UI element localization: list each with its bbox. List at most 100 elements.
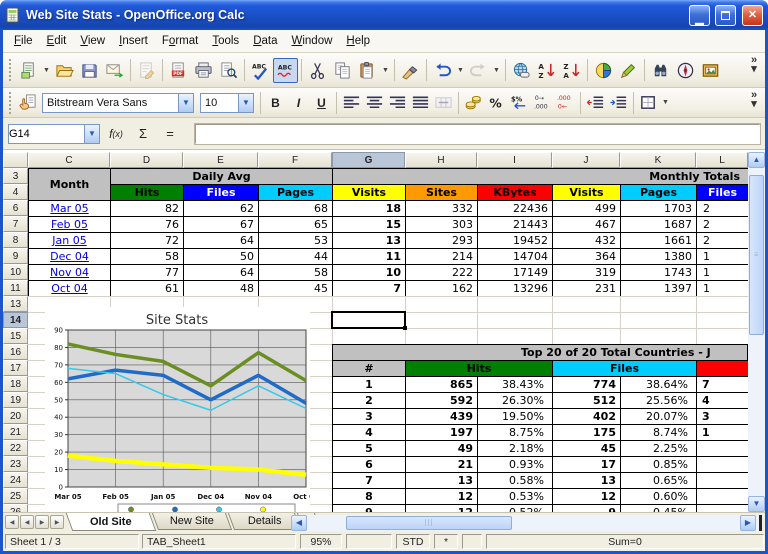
hits-group-header[interactable]: Hits (406, 361, 553, 377)
row-header-20[interactable]: 20 (3, 408, 28, 424)
table-cell[interactable]: 332 (406, 201, 478, 217)
table-cell[interactable]: 48 (184, 281, 259, 296)
month-link[interactable]: Feb 05 (29, 217, 111, 233)
chevron-down-icon[interactable]: ▼ (660, 90, 671, 115)
row-header-14[interactable]: 14 (3, 312, 28, 328)
vertical-scrollbar-thumb[interactable]: ≡ (749, 175, 764, 335)
table-cell[interactable]: 214 (406, 249, 478, 265)
stat-column-header[interactable]: Pages (259, 185, 333, 201)
table-cell[interactable]: 15 (333, 217, 406, 233)
increase-indent-icon[interactable] (607, 91, 630, 114)
rank-cell[interactable]: 2 (333, 393, 406, 409)
row-header-7[interactable]: 7 (3, 216, 28, 232)
hits-pct-cell[interactable]: 0.58% (478, 473, 553, 489)
daily-avg-header[interactable]: Daily Avg (111, 169, 333, 185)
scroll-left-icon[interactable]: ◀ (291, 515, 307, 531)
files-cell[interactable]: 175 (553, 425, 621, 441)
status-sum-field[interactable]: Sum=0 (486, 534, 764, 549)
selection-fill-handle[interactable] (403, 326, 407, 330)
stat-column-header[interactable]: Pages (621, 185, 697, 201)
table-cell-partial[interactable]: 1 (697, 265, 748, 281)
merge-cells-icon[interactable] (432, 91, 455, 114)
chevron-down-icon[interactable]: ▼ (491, 58, 502, 83)
files-cell[interactable]: 12 (553, 489, 621, 505)
insert-chart-icon[interactable] (591, 58, 616, 83)
menu-file[interactable]: File (7, 32, 40, 50)
files-pct-cell[interactable]: 0.45% (621, 505, 697, 512)
rank-header[interactable]: # (333, 361, 406, 377)
rank-cell[interactable]: 9 (333, 505, 406, 512)
table-cell[interactable]: 1397 (621, 281, 697, 296)
title-bar[interactable]: Web Site Stats - OpenOffice.org Calc ▁ ✕ (0, 0, 768, 30)
hits-pct-cell[interactable]: 0.53% (478, 489, 553, 505)
files-pct-cell[interactable]: 0.65% (621, 473, 697, 489)
minimize-button[interactable]: ▁ (689, 5, 710, 26)
table-cell[interactable]: 72 (111, 233, 184, 249)
row-header-11[interactable]: 11 (3, 280, 28, 296)
save-icon[interactable] (77, 58, 102, 83)
standard-format-icon[interactable]: $% (508, 91, 531, 114)
table-cell[interactable]: 82 (111, 201, 184, 217)
row-header-9[interactable]: 9 (3, 248, 28, 264)
kbytes-partial-cell[interactable]: 4 (697, 393, 748, 409)
table-cell[interactable]: 10 (333, 265, 406, 281)
column-header-L[interactable]: L (696, 152, 748, 168)
hits-cell[interactable]: 13 (406, 473, 478, 489)
table-cell[interactable]: 303 (406, 217, 478, 233)
hits-cell[interactable]: 12 (406, 489, 478, 505)
table-cell[interactable]: 293 (406, 233, 478, 249)
horizontal-scrollbar-thumb[interactable]: ||| (346, 516, 512, 530)
files-group-header[interactable]: Files (553, 361, 697, 377)
chevron-down-icon[interactable]: ▼ (41, 58, 52, 83)
table-cell[interactable]: 58 (111, 249, 184, 265)
borders-icon[interactable] (637, 91, 660, 114)
table-cell[interactable]: 1661 (621, 233, 697, 249)
stat-column-header[interactable]: Visits (553, 185, 621, 201)
month-column-header[interactable]: Month (29, 169, 111, 201)
scroll-up-icon[interactable]: ▲ (748, 152, 765, 168)
row-header-23[interactable]: 23 (3, 456, 28, 472)
row-header-22[interactable]: 22 (3, 440, 28, 456)
rank-cell[interactable]: 3 (333, 409, 406, 425)
split-handle[interactable] (759, 515, 762, 531)
hits-cell[interactable]: 12 (406, 505, 478, 512)
gallery-icon[interactable] (698, 58, 723, 83)
currency-icon[interactable] (462, 91, 485, 114)
rank-cell[interactable]: 7 (333, 473, 406, 489)
menu-data[interactable]: Data (246, 32, 284, 50)
table-cell[interactable]: 18 (333, 201, 406, 217)
sort-descending-icon[interactable]: ZA (559, 58, 584, 83)
table-cell[interactable]: 64 (184, 233, 259, 249)
table-cell[interactable]: 1380 (621, 249, 697, 265)
table-cell[interactable]: 45 (259, 281, 333, 296)
scroll-right-icon[interactable]: ▶ (740, 515, 756, 531)
column-header-I[interactable]: I (477, 152, 552, 168)
find-replace-icon[interactable] (648, 58, 673, 83)
underline-icon[interactable]: U (310, 91, 333, 114)
table-cell[interactable]: 432 (553, 233, 621, 249)
align-right-icon[interactable] (386, 91, 409, 114)
row-header-18[interactable]: 18 (3, 376, 28, 392)
hits-cell[interactable]: 865 (406, 377, 478, 393)
files-pct-cell[interactable]: 25.56% (621, 393, 697, 409)
align-center-icon[interactable] (363, 91, 386, 114)
toolbar-grip[interactable] (9, 92, 13, 114)
undo-icon[interactable] (430, 58, 455, 83)
spellcheck-icon[interactable]: ABC (248, 58, 273, 83)
chevron-down-icon[interactable]: ▼ (238, 94, 253, 112)
table-cell[interactable]: 11 (333, 249, 406, 265)
percent-icon[interactable]: % (485, 91, 508, 114)
month-link[interactable]: Mar 05 (29, 201, 111, 217)
align-justify-icon[interactable] (409, 91, 432, 114)
sheet-tab-new-site[interactable]: New Site (152, 513, 232, 530)
align-left-icon[interactable] (340, 91, 363, 114)
table-cell[interactable]: 13296 (478, 281, 553, 296)
row-header-16[interactable]: 16 (3, 344, 28, 360)
print-icon[interactable] (191, 58, 216, 83)
kbytes-partial-cell[interactable]: 7 (697, 377, 748, 393)
files-cell[interactable]: 512 (553, 393, 621, 409)
table-cell[interactable]: 499 (553, 201, 621, 217)
files-cell[interactable]: 402 (553, 409, 621, 425)
autospellcheck-icon[interactable]: ABC (273, 58, 298, 83)
files-cell[interactable]: 9 (553, 505, 621, 512)
